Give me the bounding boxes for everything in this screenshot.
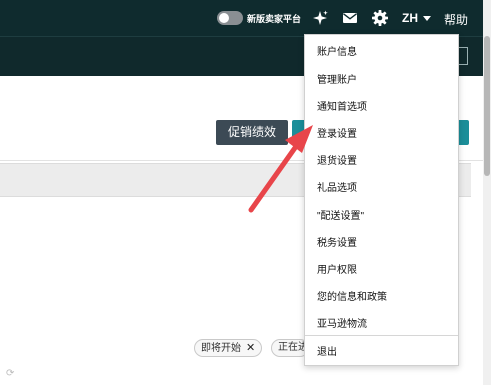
filter-chip-label: 即将开始 [201,343,241,354]
menu-item-info-and-policies[interactable]: 您的信息和政策 [317,288,387,303]
menu-item-shipping-settings[interactable]: "配送设置" [317,207,364,222]
watermark-icon: ⟳ [6,368,15,379]
toggle-knob [219,13,229,23]
page-scrollbar[interactable] [483,0,491,385]
primary-action-button-right-edge[interactable] [459,120,469,145]
menu-item-logout[interactable]: 退出 [317,343,337,358]
gear-icon[interactable] [371,9,389,27]
menu-item-gift-options[interactable]: 礼品选项 [317,179,357,194]
chevron-down-icon[interactable] [423,16,431,21]
filter-chip-upcoming[interactable]: 即将开始 ✕ [194,339,263,357]
menu-item-tax-settings[interactable]: 税务设置 [317,234,357,249]
new-seller-platform-toggle[interactable] [217,11,243,25]
close-icon[interactable]: ✕ [246,342,255,354]
mail-icon[interactable] [341,9,359,27]
sparkle-icon[interactable] [311,9,329,27]
menu-item-return-settings[interactable]: 退货设置 [317,152,357,167]
menu-item-account-info[interactable]: 账户信息 [317,43,357,58]
settings-dropdown-menu: 账户信息 管理账户 通知首选项 登录设置 退货设置 礼品选项 "配送设置" 税务… [304,34,459,366]
help-link[interactable]: 帮助 [444,11,468,28]
menu-item-fba[interactable]: 亚马逊物流 [317,315,367,330]
primary-action-button-left-edge[interactable] [292,120,304,145]
menu-item-login-settings[interactable]: 登录设置 [317,125,357,140]
menu-divider [305,335,458,336]
menu-item-notification-preferences[interactable]: 通知首选项 [317,98,367,113]
scrollbar-thumb[interactable] [484,36,490,176]
menu-item-user-permissions[interactable]: 用户权限 [317,261,357,276]
promotion-performance-button[interactable]: 促销绩效 [216,120,288,145]
new-seller-platform-label: 新版卖家平台 [247,14,302,24]
menu-item-manage-accounts[interactable]: 管理账户 [317,71,357,86]
language-selector[interactable]: ZH [402,11,418,25]
watermark-logo: ⟳ [6,368,14,379]
top-nav-bar: 新版卖家平台 ZH 帮助 [0,0,491,36]
